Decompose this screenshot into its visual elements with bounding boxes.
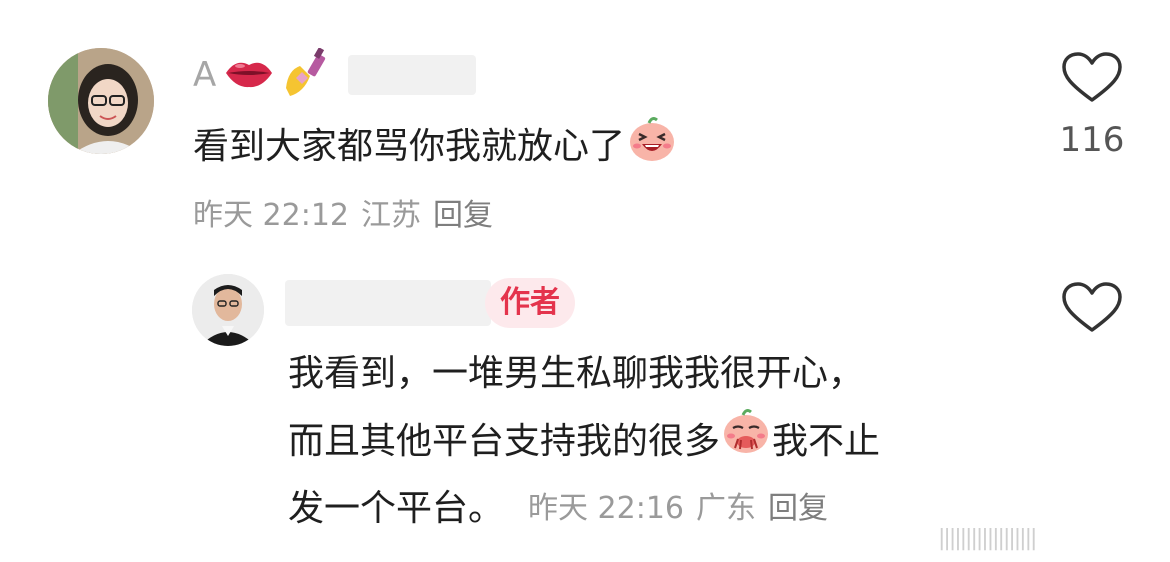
lips-icon [224,56,274,94]
comment-text-row: 看到大家都骂你我就放心了 [193,116,677,168]
reply-reply-button[interactable]: 回复 [768,477,828,541]
reply-time: 昨天 22:16 [528,491,685,526]
commenter-avatar[interactable] [48,48,154,154]
reply-meta: 昨天 22:16 广东 回复 [528,477,828,541]
watermark: |||||||||||||||||| [938,526,1037,551]
commenter-name-prefix: A [193,55,217,95]
author-name-row[interactable]: 作者 [285,278,575,328]
comment-time: 昨天 22:12 [193,198,349,233]
reply-line-2-tail: 我不止 [772,420,881,462]
laughing-peach-icon [627,114,677,173]
reply-like-button[interactable] [1060,282,1124,334]
comment-like-button[interactable] [1060,52,1124,104]
commenter-name[interactable]: A [193,47,477,98]
comment-location: 江苏 [361,198,421,233]
pleading-peach-icon [721,406,771,477]
reply-line-2: 而且其他平台支持我的很多 [288,420,721,462]
nail-polish-icon [282,47,334,102]
blurred-username [348,55,477,95]
heart-icon [1062,282,1122,332]
heart-icon [1062,52,1122,102]
comment-like-count: 116 [1059,120,1125,160]
reply-line-3: 发一个平台。 [288,488,505,529]
reply-location: 广东 [696,491,757,526]
comment-text: 看到大家都骂你我就放心了 [193,126,626,167]
reply-line-1: 我看到，一堆男生私聊我我很开心， [288,353,865,394]
comment-reply-button[interactable]: 回复 [433,190,493,234]
reply-line-3-row: 发一个平台。 昨天 22:16 广东 回复 [288,477,1008,541]
reply-text: 我看到，一堆男生私聊我我很开心， 而且其他平台支持我的很多 我不止 发一个平台。… [288,342,1008,541]
author-badge: 作者 [485,278,575,328]
blurred-author-name [285,280,491,326]
reply-line-2-row: 而且其他平台支持我的很多 我不止 [288,406,1008,477]
comment-meta: 昨天 22:12 江苏 回复 [193,190,493,234]
author-avatar[interactable] [192,274,264,346]
